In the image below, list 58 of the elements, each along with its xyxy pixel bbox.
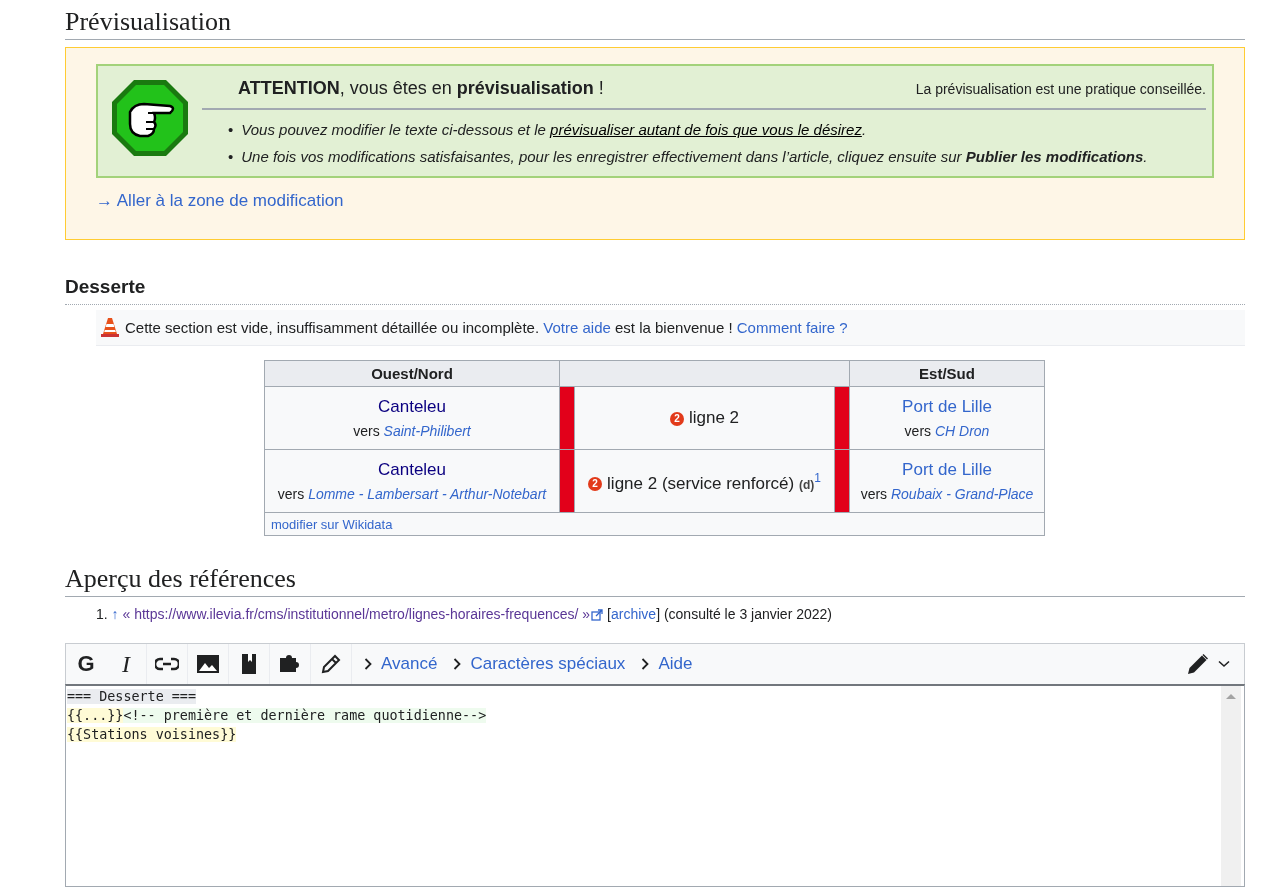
jump-link[interactable]: → Aller à la zone de modification xyxy=(96,191,344,211)
bold-button[interactable]: G xyxy=(66,644,106,684)
pencil-icon xyxy=(319,652,343,676)
footnote-link[interactable]: 1 xyxy=(814,470,821,485)
destination-link[interactable]: CH Dron xyxy=(934,423,990,439)
chevron-icon xyxy=(453,658,462,670)
bullet-marker: • xyxy=(228,120,234,140)
chevron-icon xyxy=(364,658,372,670)
external-link-icon xyxy=(591,609,604,621)
pencil-icon xyxy=(1186,652,1210,676)
traffic-cone-icon xyxy=(101,317,119,337)
table-header: Est/Sud xyxy=(849,360,1045,387)
italic-button[interactable]: I xyxy=(106,644,146,684)
station-link[interactable]: Canteleu xyxy=(265,397,559,417)
menu-tab[interactable]: Avancé xyxy=(356,644,446,684)
comment-markup: <!-- première et dernière rame quotidienne--> xyxy=(123,708,487,723)
scrollbar[interactable] xyxy=(1221,686,1241,886)
notice-tip: La prévisualisation est une pratique conseillée. xyxy=(915,81,1206,97)
line-badge: 2 xyxy=(588,477,603,492)
preview-link[interactable]: prévisualiser autant de fois que vous le désirez xyxy=(550,121,862,138)
pointing-hand-icon xyxy=(110,78,190,158)
table-header: Ouest/Nord xyxy=(264,360,560,387)
station-link[interactable]: Canteleu xyxy=(265,460,559,480)
menu-tab[interactable]: Aide xyxy=(633,644,701,684)
destination-text: vers Roubaix - Grand-Place xyxy=(859,486,1035,502)
notice-text: Vous pouvez modifier le texte ci-dessous et le prévisualiser autant de fois que vous le désirez. xyxy=(241,120,867,140)
section-heading: Desserte xyxy=(65,276,1245,305)
destination-text: vers CH Dron xyxy=(903,423,991,439)
destination-link[interactable]: Saint-Philibert xyxy=(383,423,471,439)
notice-text: Une fois vos modifications satisfaisantes, pour les enregistrer effectivement dans l’article, cliquez ensuite sur Publier les modifications. xyxy=(241,147,1148,167)
chevron-icon xyxy=(641,658,650,670)
station-link[interactable]: Port de Lille xyxy=(850,397,1044,417)
destination-link[interactable]: Roubaix - Grand-Place xyxy=(890,486,1034,502)
line-name: ligne 2 (service renforcé) xyxy=(607,473,795,493)
template-markup: {{Stations voisines}} xyxy=(67,727,237,742)
reference-link[interactable]: « https://www.ilevia.fr/cms/institutionnel/metro/lignes-horaires-frequences/ » xyxy=(122,606,591,622)
notice-title: ATTENTION, vous êtes en prévisualisation ! xyxy=(238,78,604,99)
bullet-marker: • xyxy=(228,147,234,167)
template-markup: {{...}} xyxy=(67,708,124,723)
help-link[interactable]: Votre aide xyxy=(543,318,611,336)
heading-markup: === Desserte === xyxy=(67,689,196,704)
destination-link[interactable]: Lomme - Lambersart - Arthur-Notebart xyxy=(308,486,547,502)
station-link[interactable]: Port de Lille xyxy=(850,460,1044,480)
wikidata-link[interactable]: (d) xyxy=(798,477,815,492)
help-link[interactable]: Comment faire ? xyxy=(736,318,848,336)
destination-text: vers Saint-Philibert xyxy=(352,423,472,439)
stub-message: Cette section est vide, insuffisamment détaillée ou incomplète. Votre aide est la bienvenue ! Comment faire ? xyxy=(125,318,848,336)
line-badge: 2 xyxy=(669,412,684,426)
caret-icon xyxy=(1218,660,1230,668)
back-link[interactable]: ↑ xyxy=(111,606,119,622)
image-icon xyxy=(196,652,220,676)
section-heading: Aperçu des références xyxy=(65,564,1245,597)
destination-text: vers Lomme - Lambersart - Arthur-Notebart xyxy=(276,486,548,502)
line-name: ligne 2 xyxy=(688,408,740,427)
page-heading: Prévisualisation xyxy=(65,7,1245,40)
wikidata-link[interactable]: modifier sur Wikidata xyxy=(271,516,393,532)
menu-tab[interactable]: Caractères spéciaux xyxy=(445,644,634,684)
reference-text: 1. ↑ « https://www.ilevia.fr/cms/institutionnel/metro/lignes-horaires-frequences/ » [archive] (consulté le 3 janvier 2022) xyxy=(96,606,833,622)
